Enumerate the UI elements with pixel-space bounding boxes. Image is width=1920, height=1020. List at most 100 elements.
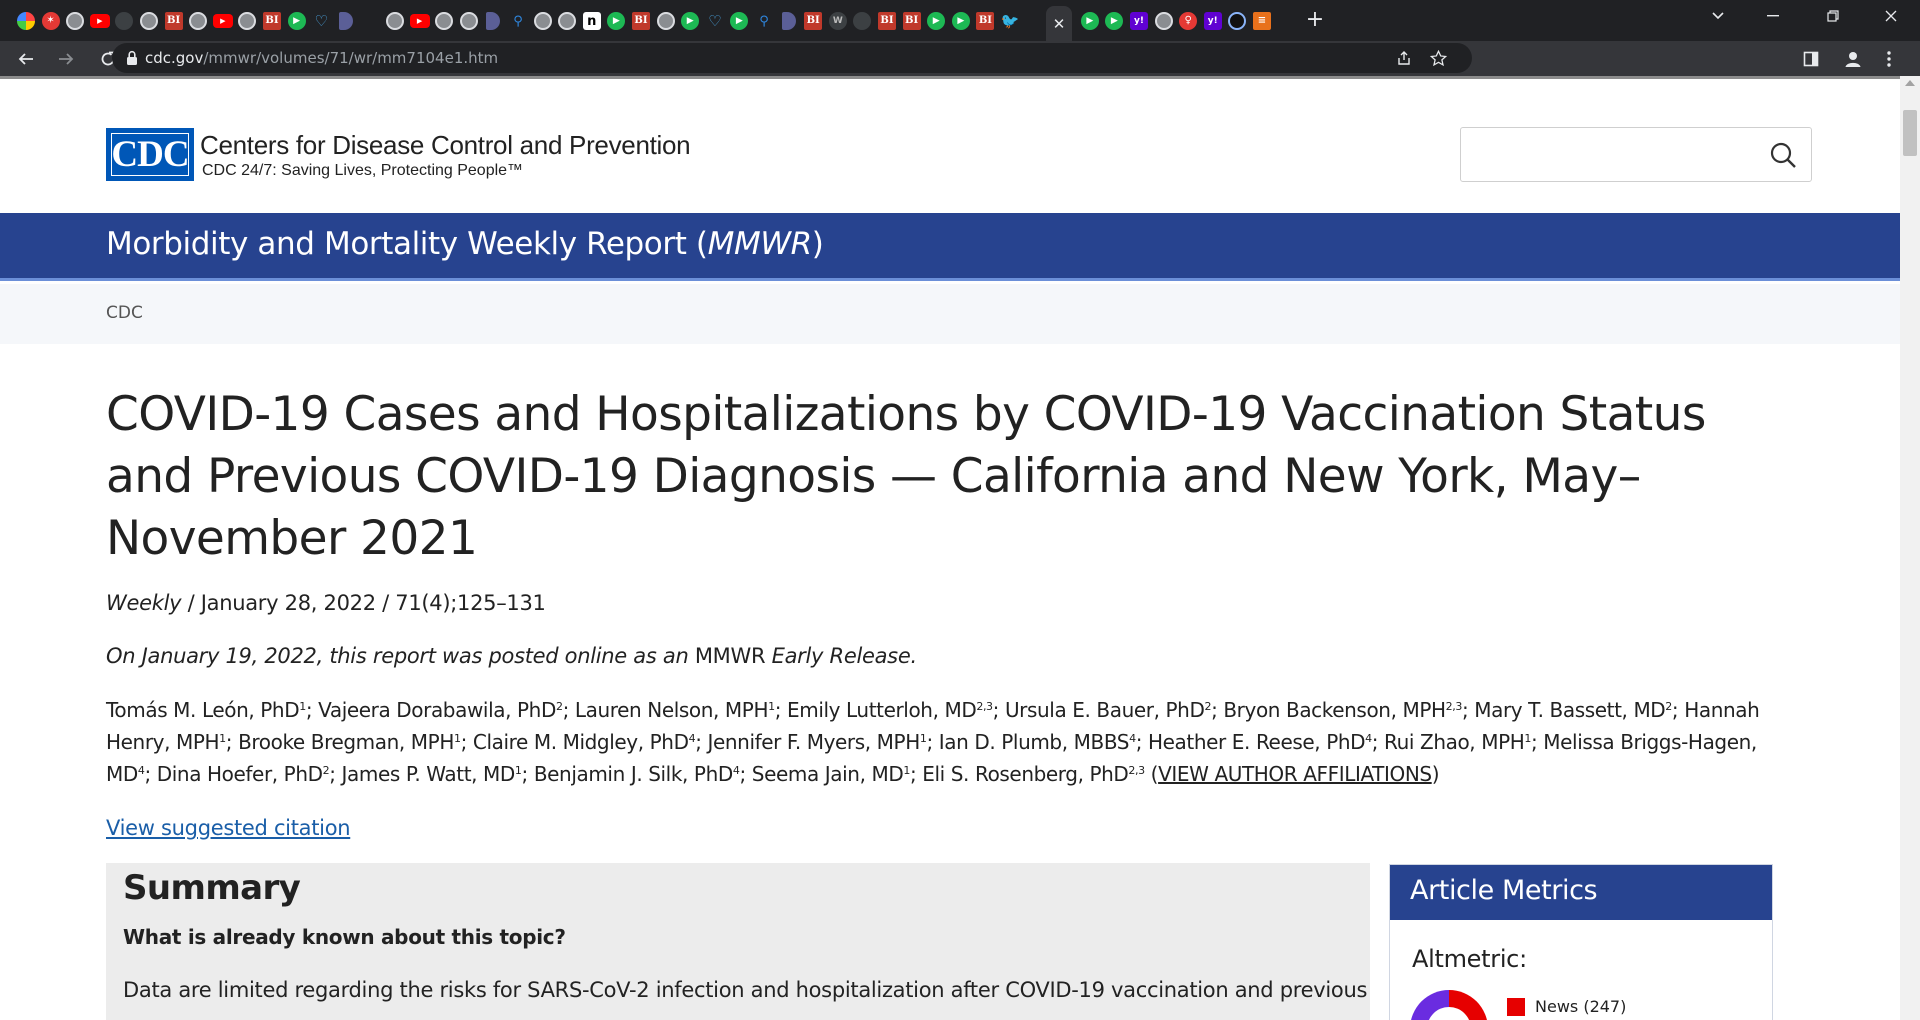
close-window-button[interactable] bbox=[1868, 0, 1914, 32]
browser-tab[interactable] bbox=[432, 9, 456, 33]
browser-tab[interactable]: ▶ bbox=[1102, 9, 1126, 33]
browser-tab[interactable]: 🐦 bbox=[998, 9, 1022, 33]
browser-tab[interactable]: BI bbox=[973, 9, 997, 33]
browser-tab[interactable] bbox=[358, 9, 382, 33]
share-icon[interactable] bbox=[1394, 49, 1414, 67]
close-tab-icon[interactable]: ✕ bbox=[1053, 15, 1066, 33]
browser-tab[interactable]: y! bbox=[1201, 9, 1225, 33]
browser-tab[interactable] bbox=[334, 9, 358, 33]
tree-icon bbox=[189, 12, 208, 30]
browser-tab[interactable]: W bbox=[826, 9, 850, 33]
site-search-input[interactable] bbox=[1460, 127, 1812, 182]
minimize-button[interactable] bbox=[1750, 0, 1796, 32]
browser-tab[interactable]: y! bbox=[1127, 9, 1151, 33]
browser-tab[interactable]: ▶ bbox=[949, 9, 973, 33]
browser-tab[interactable]: BI bbox=[900, 9, 924, 33]
author-name: Rui Zhao, MPH bbox=[1384, 730, 1525, 754]
browser-tab[interactable] bbox=[1225, 9, 1249, 33]
author-affiliation-marker: 2,3 bbox=[1128, 764, 1145, 777]
restore-button[interactable] bbox=[1810, 0, 1856, 32]
scrollbar-thumb[interactable] bbox=[1903, 110, 1917, 156]
breadcrumb-cdc[interactable]: CDC bbox=[106, 303, 143, 323]
page-content: CDC Centers for Disease Control and Prev… bbox=[0, 79, 1900, 1020]
altmetric-donut-icon[interactable] bbox=[1410, 990, 1488, 1020]
browser-tab[interactable]: ▶ bbox=[727, 9, 751, 33]
url-text[interactable]: cdc.gov/mmwr/volumes/71/wr/mm7104e1.htm bbox=[145, 49, 498, 67]
early-release-prefix: On January 19, 2022, this report was pos… bbox=[106, 644, 695, 668]
yahoo-icon: y! bbox=[1203, 12, 1222, 30]
author-affiliation-marker: 4 bbox=[137, 764, 145, 777]
forward-button[interactable] bbox=[52, 45, 80, 73]
author-name: Tomás M. León, PhD bbox=[106, 698, 300, 722]
side-panel-icon[interactable] bbox=[1800, 48, 1822, 70]
browser-tab[interactable]: BI bbox=[260, 9, 284, 33]
author-affiliation-marker: 1 bbox=[219, 732, 226, 745]
mmwr-title-suffix: ) bbox=[811, 226, 824, 262]
mmwr-title[interactable]: Morbidity and Mortality Weekly Report (M… bbox=[106, 226, 824, 262]
browser-tab[interactable]: ▶ bbox=[88, 9, 112, 33]
browser-tab[interactable]: ▶ bbox=[211, 9, 235, 33]
altmetric-legend-item[interactable]: News (247) bbox=[1535, 997, 1626, 1016]
cdc-logo[interactable]: CDC bbox=[106, 128, 194, 181]
browser-tab[interactable]: ✶ bbox=[39, 9, 63, 33]
globe-icon bbox=[238, 12, 257, 30]
browser-tab[interactable]: ▶ bbox=[285, 9, 309, 33]
browser-tab[interactable]: BI bbox=[162, 9, 186, 33]
browser-menu-icon[interactable] bbox=[1878, 48, 1900, 70]
search-icon[interactable] bbox=[1769, 141, 1797, 169]
browser-tab[interactable]: ♡ bbox=[309, 9, 333, 33]
globe-icon bbox=[656, 12, 675, 30]
view-author-affiliations-link[interactable]: VIEW AUTHOR AFFILIATIONS bbox=[1158, 762, 1432, 786]
browser-tab[interactable]: ⚲ bbox=[752, 9, 776, 33]
browser-tab[interactable]: ▶ bbox=[408, 9, 432, 33]
tab-search-button[interactable] bbox=[1695, 0, 1741, 32]
browser-tab[interactable] bbox=[457, 9, 481, 33]
browser-tab[interactable]: ▶ bbox=[1078, 9, 1102, 33]
browser-tab[interactable] bbox=[137, 9, 161, 33]
author-name: James P. Watt, MD bbox=[341, 762, 516, 786]
browser-tab[interactable]: BI bbox=[875, 9, 899, 33]
profile-avatar-icon[interactable] bbox=[1842, 48, 1864, 70]
active-tab[interactable]: ✕ bbox=[1046, 6, 1072, 41]
browser-tab[interactable] bbox=[383, 9, 407, 33]
browser-tab[interactable]: ≡ bbox=[1250, 9, 1274, 33]
address-bar[interactable]: cdc.gov/mmwr/volumes/71/wr/mm7104e1.htm bbox=[112, 43, 1472, 73]
close-icon bbox=[1885, 10, 1897, 22]
browser-tab[interactable]: ♡ bbox=[703, 9, 727, 33]
back-button[interactable] bbox=[12, 45, 40, 73]
browser-tab[interactable] bbox=[555, 9, 579, 33]
browser-tab[interactable] bbox=[112, 9, 136, 33]
browser-toolbar: cdc.gov/mmwr/volumes/71/wr/mm7104e1.htm bbox=[0, 41, 1920, 76]
business-insider-icon: BI bbox=[164, 12, 183, 30]
browser-tab[interactable]: BI bbox=[629, 9, 653, 33]
browser-tab[interactable]: ⚲ bbox=[506, 9, 530, 33]
browser-tab[interactable] bbox=[481, 9, 505, 33]
browser-tab[interactable] bbox=[14, 9, 38, 33]
browser-tab[interactable]: ▶ bbox=[604, 9, 628, 33]
browser-tab[interactable]: BI bbox=[801, 9, 825, 33]
browser-tab[interactable] bbox=[1152, 9, 1176, 33]
browser-tab[interactable]: n bbox=[580, 9, 604, 33]
browser-tab[interactable] bbox=[235, 9, 259, 33]
browser-tab[interactable]: ♀ bbox=[1176, 9, 1200, 33]
browser-tab[interactable] bbox=[777, 9, 801, 33]
bookmark-star-icon[interactable] bbox=[1428, 49, 1448, 67]
lock-icon[interactable] bbox=[126, 50, 138, 66]
browser-tab[interactable] bbox=[654, 9, 678, 33]
suggested-citation-link[interactable]: View suggested citation bbox=[106, 816, 351, 840]
scroll-up-arrow-icon[interactable] bbox=[1905, 80, 1915, 86]
summary-box: Summary What is already known about this… bbox=[106, 863, 1370, 1020]
browser-tab[interactable] bbox=[186, 9, 210, 33]
agency-name[interactable]: Centers for Disease Control and Preventi… bbox=[200, 130, 691, 161]
browser-tab[interactable] bbox=[850, 9, 874, 33]
browser-tab[interactable] bbox=[531, 9, 555, 33]
business-insider-icon: BI bbox=[804, 12, 823, 30]
newspaper-icon: W bbox=[828, 12, 847, 30]
page-scrollbar[interactable] bbox=[1900, 76, 1920, 1020]
author-affiliation-marker: 4 bbox=[1365, 732, 1372, 745]
early-release-note: On January 19, 2022, this report was pos… bbox=[106, 644, 917, 668]
browser-tab[interactable]: ▶ bbox=[678, 9, 702, 33]
browser-tab[interactable]: ▶ bbox=[924, 9, 948, 33]
new-tab-button[interactable]: + bbox=[1302, 9, 1328, 33]
browser-tab[interactable] bbox=[63, 9, 87, 33]
